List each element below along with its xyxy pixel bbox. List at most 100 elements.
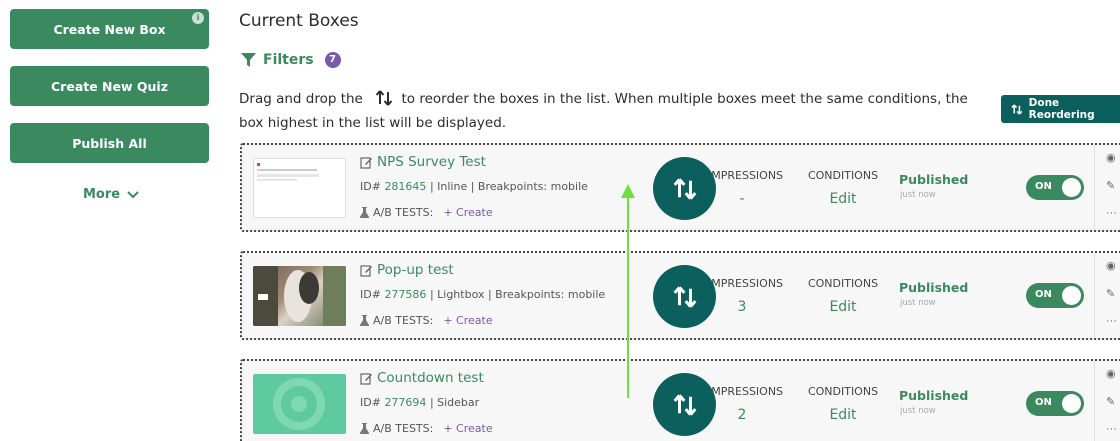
ab-create-link[interactable]: + Create: [443, 422, 492, 435]
create-new-box-label: Create New Box: [53, 21, 166, 37]
page-title: Current Boxes: [239, 11, 359, 31]
sort-arrows-icon: [673, 177, 696, 200]
toggle-knob: [1062, 178, 1081, 197]
toggle-label: ON: [1035, 181, 1052, 192]
ab-create-link[interactable]: + Create: [443, 206, 492, 219]
ab-tests-label: A/B TESTS:: [373, 206, 434, 219]
sort-arrows-icon: [673, 285, 696, 308]
box-id-label: ID#: [360, 396, 381, 409]
row-actions: ◉ ✎ ···: [1094, 361, 1120, 441]
filter-icon: [241, 53, 256, 67]
more-label: More: [83, 187, 121, 202]
toggle-knob: [1062, 394, 1081, 413]
row-actions: ◉ ✎ ···: [1094, 253, 1120, 338]
box-id-label: ID#: [360, 288, 381, 301]
box-title: Countdown test: [377, 370, 484, 386]
edit-icon: [360, 372, 372, 385]
ab-tests: A/B TESTS: + Create: [360, 314, 493, 327]
ab-tests-label: A/B TESTS:: [373, 422, 434, 435]
impressions-value: 2: [737, 407, 747, 423]
info-icon[interactable]: i: [192, 12, 204, 24]
done-reordering-button[interactable]: Done Reordering: [1001, 95, 1120, 123]
conditions-label: CONDITIONS: [807, 169, 879, 182]
sort-arrows-icon: [375, 90, 393, 113]
box-details: | Lightbox | Breakpoints: mobile: [429, 288, 606, 301]
more-dropdown[interactable]: More: [83, 187, 139, 202]
done-reordering-label: Done Reordering: [1028, 97, 1095, 121]
more-icon[interactable]: ···: [1106, 423, 1117, 435]
status-label: Published: [899, 172, 969, 187]
filters-toggle[interactable]: Filters 7: [241, 52, 341, 68]
box-title: NPS Survey Test: [377, 154, 486, 170]
status-time: just now: [900, 406, 936, 416]
ab-tests-label: A/B TESTS:: [373, 314, 434, 327]
impressions-value: -: [739, 191, 745, 207]
box-details: | Inline | Breakpoints: mobile: [429, 180, 588, 193]
box-details: | Sidebar: [429, 396, 480, 409]
drag-handle[interactable]: [653, 157, 716, 220]
conditions-edit-link[interactable]: Edit: [807, 299, 879, 315]
impressions-label: IMPRESSIONS: [708, 277, 784, 290]
ab-create-link[interactable]: + Create: [443, 314, 492, 327]
sidebar: Create New Box i Create New Quiz Publish…: [0, 0, 220, 441]
eye-icon[interactable]: ◉: [1106, 151, 1116, 164]
publish-toggle[interactable]: ON: [1026, 283, 1084, 308]
box-id: 281645: [384, 180, 427, 193]
impressions-label: IMPRESSIONS: [708, 169, 784, 182]
create-new-box-button[interactable]: Create New Box i: [10, 9, 209, 49]
row-actions: ◉ ✎ ···: [1094, 145, 1120, 230]
conditions-label: CONDITIONS: [807, 385, 879, 398]
status-label: Published: [899, 280, 969, 295]
impressions-value: 3: [737, 299, 747, 315]
status-label: Published: [899, 388, 969, 403]
toggle-label: ON: [1035, 397, 1052, 408]
flask-icon: [360, 207, 369, 218]
filters-label: Filters: [263, 52, 314, 68]
conditions-edit-link[interactable]: Edit: [807, 407, 879, 423]
drag-handle[interactable]: [653, 373, 716, 436]
box-meta: ID# 277586 | Lightbox | Breakpoints: mob…: [360, 288, 605, 301]
publish-toggle[interactable]: ON: [1026, 391, 1084, 416]
drag-handle[interactable]: [653, 265, 716, 328]
instructions-text-start: Drag and drop the: [239, 91, 363, 107]
status-time: just now: [900, 298, 936, 308]
ab-tests: A/B TESTS: + Create: [360, 422, 493, 435]
box-title-link[interactable]: Pop-up test: [360, 262, 454, 278]
eye-icon[interactable]: ◉: [1106, 367, 1116, 380]
box-title-link[interactable]: NPS Survey Test: [360, 154, 486, 170]
conditions-label: CONDITIONS: [807, 277, 879, 290]
publish-toggle[interactable]: ON: [1026, 175, 1084, 200]
box-id: 277586: [384, 288, 427, 301]
more-icon[interactable]: ···: [1106, 315, 1117, 327]
edit-icon: [360, 264, 372, 277]
box-id: 277694: [384, 396, 427, 409]
box-thumbnail: [253, 158, 346, 218]
box-row[interactable]: Pop-up test ID# 277586 | Lightbox | Brea…: [240, 251, 1120, 340]
eye-icon[interactable]: ◉: [1106, 259, 1116, 272]
publish-all-button[interactable]: Publish All: [10, 123, 209, 163]
box-id-label: ID#: [360, 180, 381, 193]
edit-icon: [360, 156, 372, 169]
conditions-edit-link[interactable]: Edit: [807, 191, 879, 207]
box-meta: ID# 281645 | Inline | Breakpoints: mobil…: [360, 180, 588, 193]
create-new-quiz-button[interactable]: Create New Quiz: [10, 66, 209, 106]
box-row[interactable]: NPS Survey Test ID# 281645 | Inline | Br…: [240, 143, 1120, 232]
ab-tests: A/B TESTS: + Create: [360, 206, 493, 219]
impressions-label: IMPRESSIONS: [708, 385, 784, 398]
flask-icon: [360, 423, 369, 434]
box-title: Pop-up test: [377, 262, 454, 278]
box-title-link[interactable]: Countdown test: [360, 370, 484, 386]
chevron-down-icon: [127, 190, 139, 198]
pencil-icon[interactable]: ✎: [1106, 179, 1115, 192]
filters-count-badge: 7: [324, 52, 341, 68]
box-meta: ID# 277694 | Sidebar: [360, 396, 479, 409]
main-content: Current Boxes Filters 7 Drag and drop th…: [239, 0, 1120, 441]
toggle-knob: [1062, 286, 1081, 305]
pencil-icon[interactable]: ✎: [1106, 287, 1115, 300]
status-time: just now: [900, 190, 936, 200]
pencil-icon[interactable]: ✎: [1106, 395, 1115, 408]
more-icon[interactable]: ···: [1106, 207, 1117, 219]
box-row[interactable]: Countdown test ID# 277694 | Sidebar A/B …: [240, 359, 1120, 441]
sort-arrows-icon: [1011, 103, 1023, 115]
box-thumbnail: [253, 374, 346, 434]
